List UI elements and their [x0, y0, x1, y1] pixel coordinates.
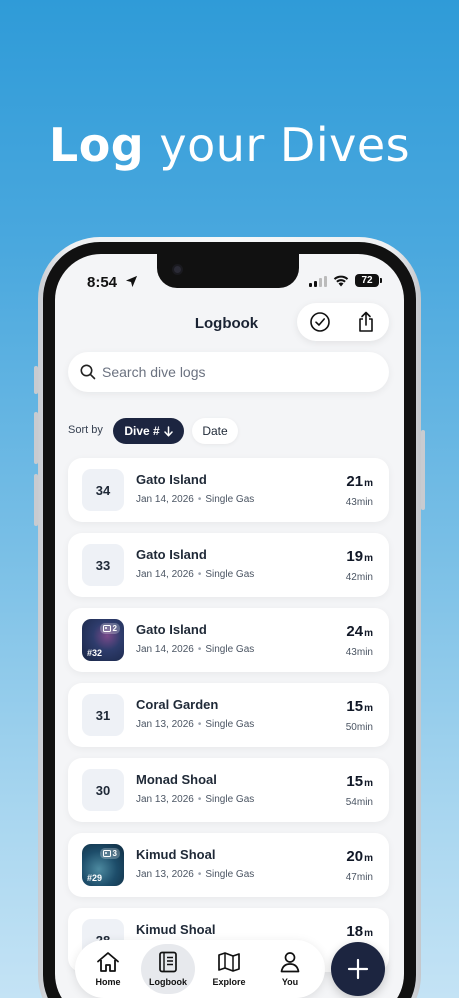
- dive-site: Coral Garden: [136, 697, 219, 712]
- tab-home-label: Home: [95, 977, 121, 987]
- dive-date: Jan 14, 2026: [136, 644, 194, 655]
- add-dive-button[interactable]: [331, 942, 385, 996]
- tab-explore[interactable]: Explore: [200, 940, 258, 998]
- tab-you-label: You: [281, 977, 299, 987]
- app-screen: 8:54 72 Logbook Search dive logs Sort by…: [55, 254, 404, 998]
- dive-gas: Single Gas: [205, 794, 255, 805]
- headline: Log your Dives: [0, 118, 459, 172]
- dive-date: Jan 14, 2026: [136, 494, 194, 505]
- tab-you[interactable]: You: [261, 940, 319, 998]
- dive-date: Jan 13, 2026: [136, 869, 194, 880]
- tab-bar: Home Logbook Explore You: [75, 940, 325, 998]
- dive-site: Gato Island: [136, 622, 207, 637]
- phone-bezel: 8:54 72 Logbook Search dive logs Sort by…: [43, 242, 416, 998]
- dive-depth: 15m: [346, 773, 373, 790]
- dive-depth: 24m: [346, 623, 373, 640]
- share-icon: [359, 311, 373, 332]
- wifi-icon: [333, 275, 349, 287]
- search-input[interactable]: [102, 352, 382, 392]
- dive-card[interactable]: 31 Coral Garden Jan 13, 2026 • Single Gas …: [68, 683, 389, 747]
- dive-number-badge: 31: [82, 694, 124, 736]
- dive-meta: Jan 13, 2026 • Single Gas: [136, 869, 255, 880]
- dive-meta: Jan 14, 2026 • Single Gas: [136, 494, 255, 505]
- phone-power-button: [421, 430, 425, 510]
- tab-logbook-label: Logbook: [149, 977, 187, 987]
- dive-duration: 43min: [345, 497, 373, 508]
- status-bar: 8:54 72: [55, 254, 404, 300]
- sort-dive-number-chip[interactable]: Dive #: [113, 418, 184, 444]
- dive-date: Jan 13, 2026: [136, 794, 194, 805]
- dive-duration: 42min: [345, 572, 373, 583]
- dive-meta: Jan 13, 2026 • Single Gas: [136, 794, 255, 805]
- camera-icon: [172, 264, 183, 275]
- dive-photo-thumbnail: 2 #32: [82, 619, 124, 661]
- logbook-icon: [159, 951, 177, 973]
- dive-card[interactable]: 34 Gato Island Jan 14, 2026 • Single Gas 2…: [68, 458, 389, 522]
- dive-photo-thumbnail: 3 #29: [82, 844, 124, 886]
- dive-date: Jan 13, 2026: [136, 719, 194, 730]
- photo-count-badge: 2: [99, 623, 120, 634]
- photo-count-badge: 3: [99, 848, 120, 859]
- arrow-down-icon: [163, 425, 173, 437]
- location-arrow-icon: [125, 275, 138, 288]
- dive-site: Kimud Shoal: [136, 847, 216, 862]
- dive-card[interactable]: 30 Monad Shoal Jan 13, 2026 • Single Gas 1…: [68, 758, 389, 822]
- map-icon: [218, 952, 240, 972]
- search-bar: [68, 352, 389, 392]
- dive-gas: Single Gas: [205, 719, 255, 730]
- photo-icon: [102, 625, 111, 632]
- dive-site: Monad Shoal: [136, 772, 217, 787]
- dive-gas: Single Gas: [205, 869, 255, 880]
- sort-date-label: Date: [202, 424, 228, 438]
- dive-depth: 20m: [346, 848, 373, 865]
- dive-meta: Jan 14, 2026 • Single Gas: [136, 644, 255, 655]
- dive-meta: Jan 13, 2026 • Single Gas: [136, 719, 255, 730]
- dive-depth: 21m: [346, 473, 373, 490]
- header-actions: [297, 303, 389, 341]
- dive-gas: Single Gas: [205, 569, 255, 580]
- dive-duration: 54min: [345, 797, 373, 808]
- select-button[interactable]: [297, 303, 343, 341]
- dive-site: Gato Island: [136, 472, 207, 487]
- dive-depth: 19m: [346, 548, 373, 565]
- dive-depth: 15m: [346, 698, 373, 715]
- search-icon: [80, 364, 96, 380]
- person-icon: [280, 952, 300, 973]
- plus-icon: [347, 958, 369, 980]
- dive-duration: 47min: [345, 872, 373, 883]
- phone-frame: 8:54 72 Logbook Search dive logs Sort by…: [38, 237, 421, 998]
- sort-date-chip[interactable]: Date: [192, 418, 238, 444]
- dive-date: Jan 14, 2026: [136, 569, 194, 580]
- headline-rest: your Dives: [144, 118, 411, 172]
- dive-card[interactable]: 33 Gato Island Jan 14, 2026 • Single Gas 1…: [68, 533, 389, 597]
- dive-card[interactable]: 2 #32 Gato Island Jan 14, 2026 • Single Ga…: [68, 608, 389, 672]
- share-button[interactable]: [343, 303, 389, 341]
- tab-logbook[interactable]: Logbook: [139, 940, 197, 998]
- tab-home[interactable]: Home: [79, 940, 137, 998]
- dive-number-label: #29: [87, 873, 103, 883]
- status-time: 8:54: [87, 274, 118, 291]
- dive-site: Kimud Shoal: [136, 922, 216, 937]
- dive-site: Gato Island: [136, 547, 207, 562]
- dive-gas: Single Gas: [205, 644, 255, 655]
- dive-gas: Single Gas: [205, 494, 255, 505]
- dive-card[interactable]: 3 #29 Kimud Shoal Jan 13, 2026 • Single Ga…: [68, 833, 389, 897]
- battery-indicator: 72: [355, 274, 382, 287]
- headline-bold: Log: [48, 118, 145, 172]
- dive-number-label: #32: [87, 648, 103, 658]
- sort-dive-number-label: Dive #: [124, 424, 160, 438]
- dive-depth: 18m: [346, 923, 373, 940]
- tab-explore-label: Explore: [212, 977, 246, 987]
- dive-number-badge: 33: [82, 544, 124, 586]
- dive-meta: Jan 14, 2026 • Single Gas: [136, 569, 255, 580]
- home-icon: [97, 952, 119, 972]
- dive-duration: 50min: [345, 722, 373, 733]
- photo-icon: [102, 850, 111, 857]
- signal-icon: [309, 276, 327, 287]
- check-circle-icon: [310, 312, 330, 332]
- dive-number-badge: 30: [82, 769, 124, 811]
- dive-duration: 43min: [345, 647, 373, 658]
- dive-number-badge: 34: [82, 469, 124, 511]
- sort-label: Sort by: [68, 424, 103, 436]
